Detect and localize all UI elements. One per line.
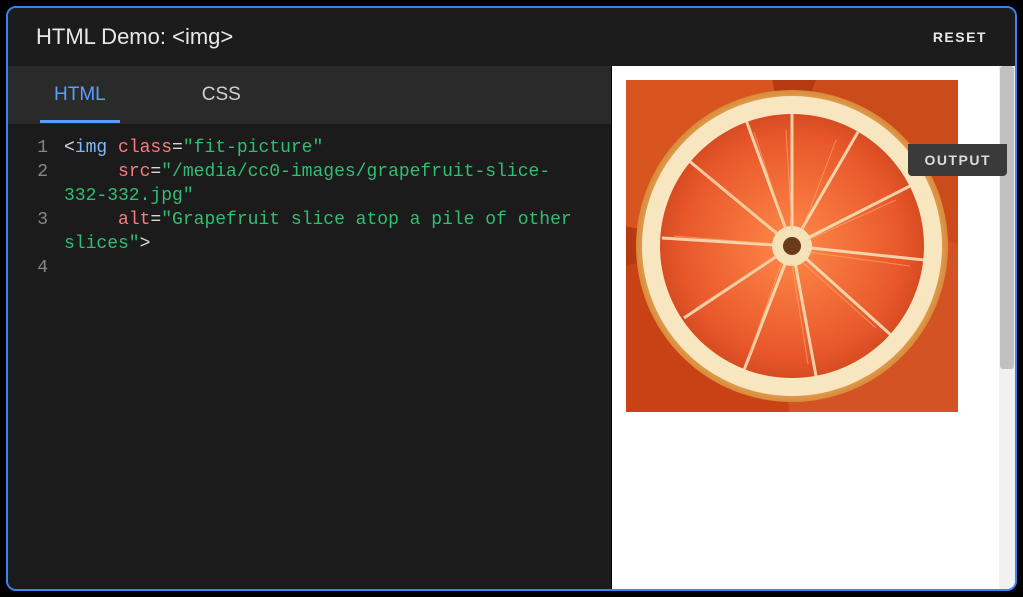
tok-string: slices" xyxy=(64,234,140,254)
tok-string: "Grapefruit slice atop a pile of other xyxy=(161,210,582,230)
editor-pane: HTML CSS 1 2 3 4 <img class="fit-picture… xyxy=(8,66,612,589)
line-number-blank xyxy=(8,232,48,256)
output-scrollbar-thumb[interactable] xyxy=(1000,66,1014,369)
output-badge: OUTPUT xyxy=(908,144,1007,176)
grapefruit-icon xyxy=(626,80,958,412)
tok-attr: src xyxy=(118,162,150,182)
tok-eq: = xyxy=(172,138,183,158)
tok-indent xyxy=(64,162,118,182)
code-editor[interactable]: 1 2 3 4 <img class="fit-picture" src="/m… xyxy=(8,124,611,589)
panel-header: HTML Demo: <img> RESET xyxy=(8,8,1015,66)
tok-string: 332-332.jpg" xyxy=(64,186,194,206)
code-text[interactable]: <img class="fit-picture" src="/media/cc0… xyxy=(56,124,611,589)
tok-indent xyxy=(64,210,118,230)
line-number: 3 xyxy=(8,208,48,232)
reset-button[interactable]: RESET xyxy=(933,29,987,45)
panel-title: HTML Demo: <img> xyxy=(36,24,233,50)
tok-attr: class xyxy=(118,138,172,158)
tok-bracket: > xyxy=(140,234,151,254)
line-number-blank xyxy=(8,184,48,208)
tok-tag: img xyxy=(75,138,107,158)
line-number: 4 xyxy=(8,256,48,280)
tok-space xyxy=(107,138,118,158)
tok-eq: = xyxy=(150,210,161,230)
line-gutter: 1 2 3 4 xyxy=(8,124,56,589)
tab-bar: HTML CSS xyxy=(8,66,611,124)
line-number: 1 xyxy=(8,136,48,160)
tab-html[interactable]: HTML xyxy=(46,68,114,122)
panel-content: OUTPUT HTML CSS 1 2 3 4 <img class="fit-… xyxy=(8,66,1015,589)
demo-panel: HTML Demo: <img> RESET OUTPUT HTML CSS 1… xyxy=(6,6,1017,591)
line-number: 2 xyxy=(8,160,48,184)
tok-attr: alt xyxy=(118,210,150,230)
tab-css[interactable]: CSS xyxy=(194,68,249,122)
tok-bracket: < xyxy=(64,138,75,158)
tok-eq: = xyxy=(150,162,161,182)
tok-string: "fit-picture" xyxy=(183,138,323,158)
output-image xyxy=(626,80,958,412)
tok-string: "/media/cc0-images/grapefruit-slice- xyxy=(161,162,550,182)
